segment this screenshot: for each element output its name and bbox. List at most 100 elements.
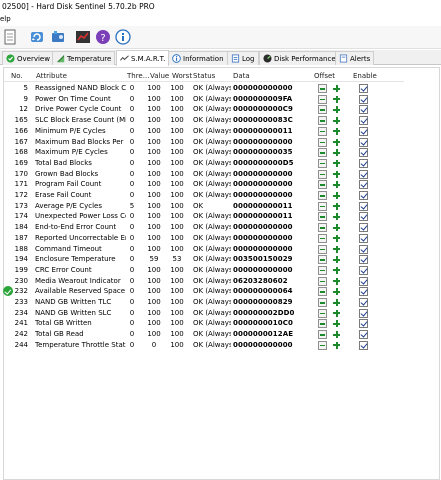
enable-checkbox[interactable] [359,287,368,297]
report-icon[interactable] [75,29,91,45]
offset-decrease-button[interactable] [318,340,327,350]
header-value[interactable]: Value [150,72,169,80]
offset-increase-button[interactable] [332,309,341,318]
table-row[interactable]: 167 Maximum Bad Blocks Per Die0 100 100 OK (… [4,137,404,148]
table-row[interactable]: 169 Total Bad Blocks 0 100 100 OK (Always...0… [4,158,404,169]
table-row[interactable]: 12 Drive Power Cycle Count 0 100 100 OK (Alwa… [4,104,404,115]
help-icon[interactable]: ? [95,29,111,45]
enable-checkbox[interactable] [359,137,368,147]
table-row[interactable]: 234 NAND GB Written SLC 0 100 100 OK (Always.… [4,308,404,319]
table-row[interactable]: 172 Erase Fail Count 0 100 100 OK (Always...0… [4,190,404,201]
offset-increase-button[interactable] [332,319,341,328]
enable-checkbox[interactable] [359,126,368,136]
enable-checkbox[interactable] [359,116,368,126]
enable-checkbox[interactable] [359,319,368,329]
enable-checkbox[interactable] [359,223,368,233]
header-enable[interactable]: Enable [353,72,377,80]
header-attribute[interactable]: Attribute [36,72,67,80]
tab-information[interactable]: Information [168,51,228,65]
info-icon[interactable] [115,29,131,45]
enable-checkbox[interactable] [359,191,368,200]
table-row[interactable]: 244 Temperature Throttle Status 0 0 100 OK (A… [4,340,404,351]
enable-checkbox[interactable] [359,180,368,190]
offset-increase-button[interactable] [332,116,341,125]
offset-increase-button[interactable] [332,84,341,93]
enable-checkbox[interactable] [359,201,368,211]
table-row[interactable]: 173 Average P/E Cycles 5 100 100 OK 0000000000… [4,201,404,212]
offset-increase-button[interactable] [332,138,341,147]
offset-increase-button[interactable] [332,191,341,200]
offset-increase-button[interactable] [332,95,341,104]
tab-temperature[interactable]: Temperature [52,51,116,65]
offset-increase-button[interactable] [332,277,341,286]
enable-checkbox[interactable] [359,298,368,307]
offset-increase-button[interactable] [332,341,341,350]
offset-decrease-button[interactable] [318,116,327,126]
offset-increase-button[interactable] [332,255,341,264]
table-row[interactable]: 174 Unexpected Power Loss Co... 0 100 100 OK … [4,211,404,222]
offset-decrease-button[interactable] [318,201,327,211]
offset-decrease-button[interactable] [318,244,327,254]
header-status[interactable]: Status [193,72,215,80]
tab-alerts[interactable]: Alerts [335,51,375,65]
offset-decrease-button[interactable] [318,180,327,190]
enable-checkbox[interactable] [359,158,368,168]
table-row[interactable]: 168 Maximum P/E Cycles 0 100 100 OK (Always..… [4,147,404,158]
tab-log[interactable]: Log [227,51,259,65]
offset-decrease-button[interactable] [318,298,327,307]
offset-increase-button[interactable] [332,212,341,221]
offset-increase-button[interactable] [332,159,341,168]
enable-checkbox[interactable] [359,105,368,115]
offset-increase-button[interactable] [332,148,341,157]
offset-increase-button[interactable] [332,127,341,136]
document-icon[interactable] [2,29,18,45]
table-row[interactable]: 166 Minimum P/E Cycles 0 100 100 OK (Always..… [4,126,404,137]
enable-checkbox[interactable] [359,255,368,265]
enable-checkbox[interactable] [359,94,368,104]
offset-increase-button[interactable] [332,180,341,189]
offset-decrease-button[interactable] [318,319,327,329]
refresh-disk-icon[interactable] [29,29,45,45]
table-row[interactable]: 170 Grown Bad Blocks 0 100 100 OK (Always...0… [4,169,404,180]
offset-increase-button[interactable] [332,202,341,211]
offset-decrease-button[interactable] [318,255,327,265]
offset-decrease-button[interactable] [318,265,327,275]
offset-increase-button[interactable] [332,234,341,243]
offset-decrease-button[interactable] [318,126,327,136]
table-row[interactable]: 171 Program Fail Count 0 100 100 OK (Always..… [4,179,404,190]
header-worst[interactable]: Worst [172,72,192,80]
offset-increase-button[interactable] [332,170,341,179]
disk-tools-icon[interactable] [50,29,66,45]
table-row[interactable]: 9 Power On Time Count 0 100 100 OK (Always...… [4,94,404,105]
table-row[interactable]: 232 Available Reserved Space 0 100 100 OK (Al… [3,286,404,297]
enable-checkbox[interactable] [359,148,368,158]
header-threshold[interactable]: Thre... [127,72,149,80]
header-offset[interactable]: Offset [314,72,335,80]
offset-decrease-button[interactable] [318,287,327,297]
enable-checkbox[interactable] [359,212,368,222]
tab-smart[interactable]: S.M.A.R.T. [116,50,170,66]
offset-decrease-button[interactable] [318,330,327,340]
offset-decrease-button[interactable] [318,212,327,222]
table-row[interactable]: 5 Reassigned NAND Block Co...0 100 100 OK (A… [4,83,404,94]
offset-increase-button[interactable] [332,298,341,307]
offset-decrease-button[interactable] [318,84,327,93]
enable-checkbox[interactable] [359,233,368,243]
table-row[interactable]: 184 End-to-End Error Count 0 100 100 OK (Alwa… [4,222,404,233]
offset-decrease-button[interactable] [318,308,327,318]
offset-decrease-button[interactable] [318,191,327,200]
header-no[interactable]: No. [11,72,23,80]
table-row[interactable]: 199 CRC Error Count 0 100 100 OK (Always...00… [4,265,404,276]
enable-checkbox[interactable] [359,308,368,318]
offset-increase-button[interactable] [332,223,341,232]
enable-checkbox[interactable] [359,244,368,254]
offset-decrease-button[interactable] [318,223,327,233]
offset-increase-button[interactable] [332,105,341,114]
offset-increase-button[interactable] [332,330,341,339]
table-row[interactable]: 188 Command Timeout 0 100 100 OK (Always...00… [4,244,404,255]
offset-increase-button[interactable] [332,266,341,275]
offset-decrease-button[interactable] [318,276,327,286]
offset-decrease-button[interactable] [318,105,327,115]
header-data[interactable]: Data [233,72,250,80]
enable-checkbox[interactable] [359,330,368,340]
